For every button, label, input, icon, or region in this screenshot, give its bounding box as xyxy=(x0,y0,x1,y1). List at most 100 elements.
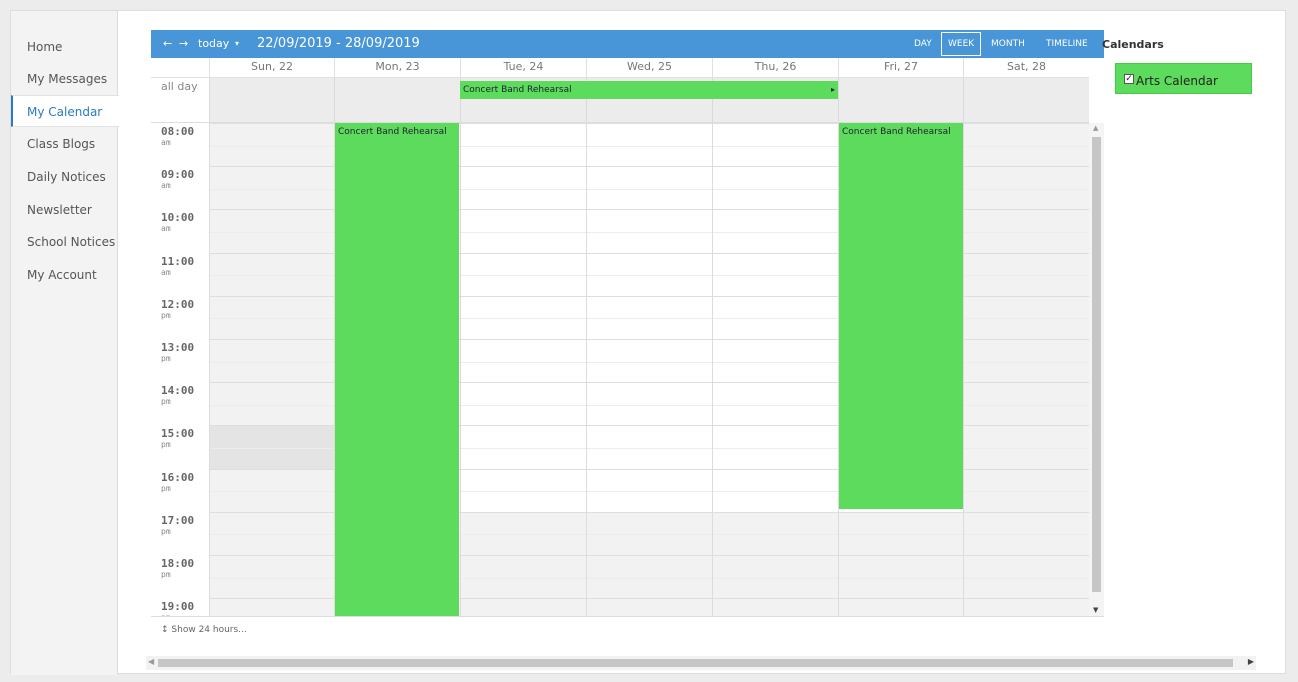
caret-down-icon[interactable]: ▾ xyxy=(235,30,239,58)
view-week-button[interactable]: WEEK xyxy=(941,32,982,56)
allday-cell-mon[interactable] xyxy=(334,78,460,122)
time-slot[interactable] xyxy=(461,209,586,253)
time-slot[interactable] xyxy=(461,511,586,555)
time-slot[interactable] xyxy=(713,468,838,512)
time-slot[interactable] xyxy=(713,382,838,426)
time-slot[interactable] xyxy=(210,339,334,383)
time-slot[interactable] xyxy=(210,382,334,426)
horizontal-scrollbar[interactable]: ◀ ▶ xyxy=(146,656,1256,670)
next-week-button[interactable]: → xyxy=(179,30,188,58)
time-slot[interactable] xyxy=(210,252,334,296)
day-col-thu[interactable] xyxy=(712,123,838,616)
time-slot[interactable] xyxy=(587,295,712,339)
time-slot[interactable] xyxy=(461,555,586,599)
time-slot[interactable] xyxy=(461,382,586,426)
time-slot[interactable] xyxy=(210,425,334,469)
event-allday-concert-band[interactable]: Concert Band Rehearsal ▸ xyxy=(460,81,838,99)
view-month-button[interactable]: MONTH xyxy=(991,30,1025,58)
time-slot[interactable] xyxy=(210,295,334,339)
time-slot[interactable] xyxy=(839,555,963,599)
day-col-tue[interactable] xyxy=(460,123,586,616)
time-slot[interactable] xyxy=(461,598,586,616)
time-slot[interactable] xyxy=(210,511,334,555)
scroll-left-icon[interactable]: ◀ xyxy=(148,657,154,666)
scrollbar-thumb[interactable] xyxy=(158,659,1233,667)
time-slot[interactable] xyxy=(964,511,1089,555)
time-slot[interactable] xyxy=(587,123,712,167)
time-slot[interactable] xyxy=(839,511,963,555)
time-slot[interactable] xyxy=(587,252,712,296)
time-slot[interactable] xyxy=(210,166,334,210)
time-slot[interactable] xyxy=(713,598,838,616)
time-slot[interactable] xyxy=(461,252,586,296)
time-slot[interactable] xyxy=(210,468,334,512)
day-header-thu[interactable]: Thu, 26 xyxy=(712,58,838,78)
time-slot[interactable] xyxy=(461,295,586,339)
day-header-mon[interactable]: Mon, 23 xyxy=(334,58,460,78)
calendar-item-arts[interactable]: ✓ Arts Calendar xyxy=(1115,63,1252,94)
scroll-right-icon[interactable]: ▶ xyxy=(1248,657,1254,666)
time-slot[interactable] xyxy=(461,425,586,469)
time-slot[interactable] xyxy=(587,598,712,616)
time-slot[interactable] xyxy=(964,339,1089,383)
time-slot[interactable] xyxy=(210,555,334,599)
vertical-scrollbar[interactable]: ▲ ▼ xyxy=(1089,123,1104,616)
time-slot[interactable] xyxy=(964,209,1089,253)
nav-item-daily-notices[interactable]: Daily Notices xyxy=(11,161,118,193)
day-header-tue[interactable]: Tue, 24 xyxy=(460,58,586,78)
time-slot[interactable] xyxy=(964,555,1089,599)
time-slot[interactable] xyxy=(587,555,712,599)
time-slot[interactable] xyxy=(587,425,712,469)
time-slot[interactable] xyxy=(713,425,838,469)
day-header-wed[interactable]: Wed, 25 xyxy=(586,58,712,78)
nav-item-my-account[interactable]: My Account xyxy=(11,259,118,291)
event-fri-concert-band[interactable]: Concert Band Rehearsal xyxy=(839,123,963,509)
day-header-sat[interactable]: Sat, 28 xyxy=(963,58,1089,78)
today-button[interactable]: today xyxy=(198,30,229,58)
time-slot[interactable] xyxy=(461,166,586,210)
nav-item-my-calendar[interactable]: My Calendar xyxy=(11,95,119,127)
time-slot[interactable] xyxy=(461,339,586,383)
time-slot[interactable] xyxy=(587,468,712,512)
scrollbar-thumb[interactable] xyxy=(1092,137,1101,592)
day-header-sun[interactable]: Sun, 22 xyxy=(209,58,334,78)
scroll-down-icon[interactable]: ▼ xyxy=(1093,606,1098,614)
nav-item-school-notices[interactable]: School Notices xyxy=(11,226,118,258)
time-slot[interactable] xyxy=(713,339,838,383)
view-day-button[interactable]: DAY xyxy=(914,30,932,58)
day-header-fri[interactable]: Fri, 27 xyxy=(838,58,963,78)
allday-cell-sat[interactable] xyxy=(963,78,1089,122)
allday-cell-sun[interactable] xyxy=(209,78,334,122)
time-slot[interactable] xyxy=(210,123,334,167)
time-slot[interactable] xyxy=(461,468,586,512)
checkbox[interactable]: ✓ xyxy=(1124,74,1134,84)
prev-week-button[interactable]: ← xyxy=(163,30,172,58)
view-timeline-button[interactable]: TIMELINE xyxy=(1046,30,1088,58)
time-slot[interactable] xyxy=(713,209,838,253)
scroll-up-icon[interactable]: ▲ xyxy=(1093,124,1098,132)
time-slot[interactable] xyxy=(964,468,1089,512)
time-slot[interactable] xyxy=(713,555,838,599)
time-slot[interactable] xyxy=(964,598,1089,616)
time-slot[interactable] xyxy=(713,511,838,555)
time-slot[interactable] xyxy=(964,382,1089,426)
time-slot[interactable] xyxy=(587,166,712,210)
time-slot[interactable] xyxy=(964,295,1089,339)
time-slot[interactable] xyxy=(964,166,1089,210)
day-col-sat[interactable] xyxy=(963,123,1089,616)
time-slot[interactable] xyxy=(713,252,838,296)
day-col-wed[interactable] xyxy=(586,123,712,616)
time-slot[interactable] xyxy=(587,209,712,253)
nav-item-home[interactable]: Home xyxy=(11,31,118,63)
nav-item-class-blogs[interactable]: Class Blogs xyxy=(11,128,118,160)
time-slot[interactable] xyxy=(210,209,334,253)
time-slot[interactable] xyxy=(713,295,838,339)
event-mon-concert-band[interactable]: Concert Band Rehearsal xyxy=(335,123,459,616)
show-24-hours-link[interactable]: ↕ Show 24 hours... xyxy=(151,616,1104,642)
time-slot[interactable] xyxy=(713,166,838,210)
nav-item-my-messages[interactable]: My Messages xyxy=(11,63,118,95)
time-slot[interactable] xyxy=(587,511,712,555)
allday-cell-fri[interactable] xyxy=(838,78,963,122)
time-slot[interactable] xyxy=(210,598,334,616)
time-slot[interactable] xyxy=(461,123,586,167)
